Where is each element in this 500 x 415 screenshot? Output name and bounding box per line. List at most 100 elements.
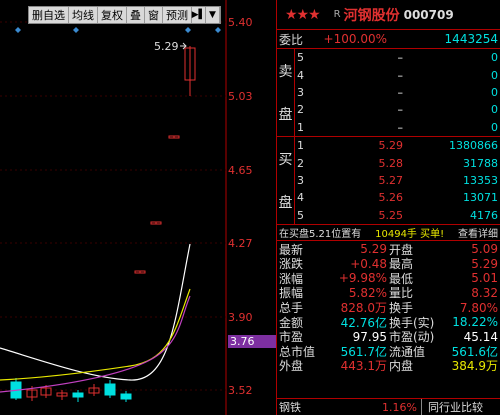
stat-label: 外盘 — [279, 359, 304, 374]
level-volume: 0 — [491, 68, 498, 82]
stat-value: 384.9万 — [451, 359, 498, 374]
remove-watchlist-button[interactable]: 删自选 — [29, 7, 69, 23]
buy-level-row[interactable]: 4 5.26 13071 — [295, 189, 500, 206]
weibi-row: 委比 +100.00% 1443254 — [277, 30, 500, 49]
y-tick: 3.90 — [228, 311, 253, 324]
kline-chart[interactable]: 5.29 删自选 均线 复权 叠 窗 预测 ▶▌ ▼ 5.40 5.03 4.6… — [0, 0, 276, 415]
stats-table: 最新 5.29 开盘 5.09 涨跌 +0.48 最高 5.29 涨幅 +9.98% 最低 5.01 振… — [277, 241, 500, 373]
buy-side-label: 买盘 — [277, 136, 295, 224]
stat-value: +0.48 — [350, 256, 387, 271]
stat-label: 内盘 — [389, 359, 414, 374]
level-number: 5 — [297, 51, 304, 65]
forecast-button[interactable]: 预测 — [163, 7, 192, 23]
sell-order-book: 卖盘 5 – 0 4 – 0 3 – 0 2 – 0 1 – 0 — [277, 49, 500, 137]
side-label-char: 买 — [278, 151, 293, 168]
ma-line-white — [0, 243, 191, 381]
level-number: 4 — [297, 191, 304, 205]
stat-value: 5.82% — [348, 285, 387, 300]
buy-order-book: 买盘 1 5.29 1380866 2 5.28 31788 3 5.27 13353 4 5.26… — [277, 136, 500, 225]
buy-level-row[interactable]: 5 5.25 4176 — [295, 207, 500, 224]
stock-header[interactable]: ★★★ R 河钢股份 000709 — [277, 0, 500, 30]
stats-row: 总市值 561.7亿 流通值 561.6亿 — [277, 344, 500, 359]
marker-diamond-icon — [73, 27, 79, 33]
industry-name[interactable]: 钢铁 — [277, 399, 337, 415]
stat-value: 97.95 — [352, 329, 387, 344]
y-tick: 3.52 — [228, 384, 253, 397]
window-button[interactable]: 窗 — [145, 7, 163, 23]
sell-level-row[interactable]: 3 – 0 — [295, 84, 500, 101]
level-number: 1 — [297, 139, 304, 153]
stat-value: +9.98% — [338, 271, 387, 286]
level-volume: 0 — [491, 51, 498, 65]
stats-row: 涨跌 +0.48 最高 5.29 — [277, 257, 500, 272]
level-price: – — [397, 51, 404, 65]
level-volume: 4176 — [470, 208, 498, 222]
big-order-ticker[interactable]: 在买盘5.21位置有 10494手 买单! 查看详细 — [277, 224, 500, 241]
buy-level-row[interactable]: 3 5.27 13353 — [295, 172, 500, 189]
level-volume: 0 — [491, 85, 498, 99]
stock-code: 000709 — [403, 7, 454, 22]
overlay-button[interactable]: 叠 — [127, 7, 145, 23]
view-detail-link[interactable]: 查看详细 — [458, 225, 498, 240]
level-number: 3 — [297, 173, 304, 187]
weibi-diff: 1443254 — [444, 32, 498, 46]
stock-name: 河钢股份 — [343, 7, 400, 24]
stats-row: 市盈 97.95 市盈(动) 45.14 — [277, 329, 500, 345]
sell-level-row[interactable]: 1 – 0 — [295, 119, 500, 136]
stats-row: 总手 828.0万 换手 7.80% — [277, 300, 500, 316]
buy-level-row[interactable]: 1 5.29 1380866 — [295, 137, 500, 154]
adjust-button[interactable]: 复权 — [98, 7, 127, 23]
stat-value: 443.1万 — [340, 359, 387, 374]
chevron-down-icon[interactable]: ▼ — [206, 7, 220, 23]
level-volume: 1380866 — [449, 139, 498, 153]
moving-average-button[interactable]: 均线 — [69, 7, 98, 23]
stats-row: 外盘 443.1万 内盘 384.9万 — [277, 359, 500, 374]
level-number: 4 — [297, 68, 304, 82]
stats-row: 金额 42.76亿 换手(实) 18.22% — [277, 315, 500, 330]
industry-compare-button[interactable]: 同行业比较 — [421, 399, 500, 415]
ticker-volume: 10494手 买单! — [375, 228, 445, 240]
level-price: – — [397, 120, 404, 134]
chart-toolbar: 删自选 均线 复权 叠 窗 预测 ▶▌ ▼ — [28, 6, 221, 24]
sell-level-row[interactable]: 4 – 0 — [295, 66, 500, 83]
stat-value: 5.29 — [471, 256, 498, 271]
stat-value: 8.32 — [471, 285, 498, 300]
side-label-char: 盘 — [278, 195, 293, 212]
stat-value: 5.29 — [360, 242, 387, 257]
marker-diamond-icon — [215, 27, 221, 33]
level-price: 5.29 — [378, 139, 404, 153]
sell-side-label: 卖盘 — [277, 49, 295, 136]
ma-line-yellow — [0, 288, 191, 381]
market-tag: R — [333, 9, 341, 20]
y-tick: 4.27 — [228, 237, 253, 250]
kline-svg[interactable]: 5.29 — [0, 0, 276, 415]
side-label-char: 盘 — [278, 107, 293, 124]
weibi-label: 委比 — [279, 32, 304, 47]
buy-level-row[interactable]: 2 5.28 31788 — [295, 154, 500, 171]
level-volume: 31788 — [463, 156, 498, 170]
level-volume: 0 — [491, 120, 498, 134]
expand-icon[interactable]: ▶▌ — [192, 7, 206, 23]
level-volume: 0 — [491, 103, 498, 117]
stat-value: 42.76亿 — [340, 315, 387, 330]
level-price: – — [397, 68, 404, 82]
rating-stars: ★★★ — [285, 6, 321, 23]
current-price-tag: 3.76 — [228, 335, 276, 348]
stat-value: 18.22% — [452, 315, 498, 330]
marker-diamond-icon — [15, 27, 21, 33]
industry-footer: 钢铁 1.16% 同行业比较 — [277, 398, 500, 415]
level-price: 5.27 — [378, 173, 404, 187]
quote-panel: ★★★ R 河钢股份 000709 委比 +100.00% 1443254 卖盘… — [276, 0, 500, 415]
stats-row: 振幅 5.82% 量比 8.32 — [277, 286, 500, 301]
stat-value: 7.80% — [459, 300, 498, 315]
y-tick: 5.40 — [228, 16, 253, 29]
side-label-char: 卖 — [278, 63, 293, 80]
level-number: 1 — [297, 120, 304, 134]
sell-level-row[interactable]: 2 – 0 — [295, 101, 500, 118]
stats-row: 最新 5.29 开盘 5.09 — [277, 242, 500, 257]
level-number: 2 — [297, 103, 304, 117]
sell-level-row[interactable]: 5 – 0 — [295, 49, 500, 66]
level-number: 5 — [297, 208, 304, 222]
stat-value: 5.09 — [471, 242, 498, 257]
high-annotation: 5.29 — [154, 40, 179, 53]
